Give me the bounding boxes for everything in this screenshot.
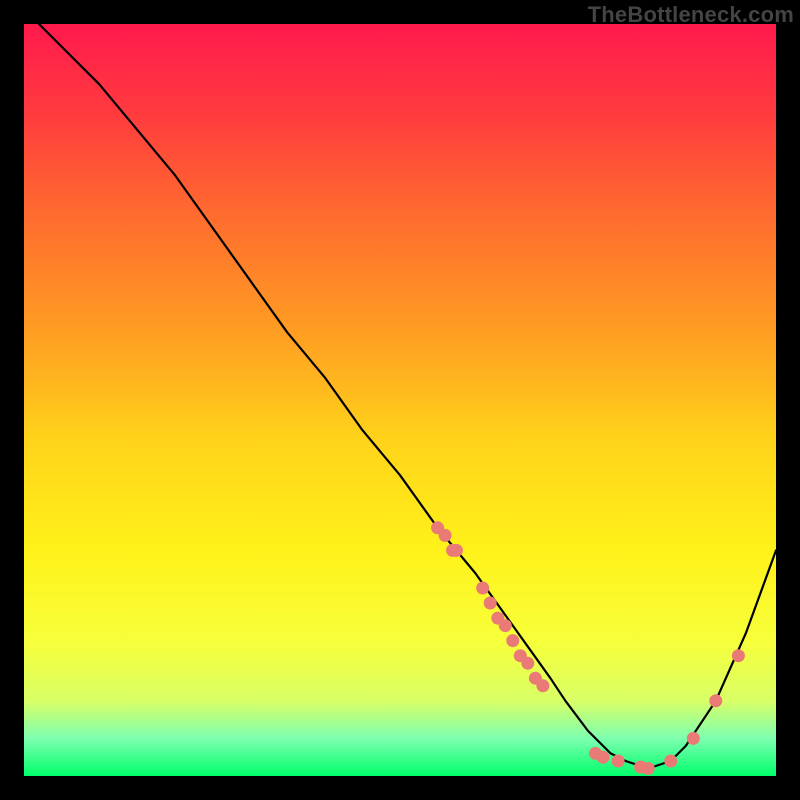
data-point <box>642 762 655 775</box>
data-point <box>687 732 700 745</box>
data-point <box>709 694 722 707</box>
data-point <box>450 544 463 557</box>
data-point <box>506 634 519 647</box>
data-point <box>439 529 452 542</box>
chart-svg <box>24 24 776 776</box>
data-point <box>476 582 489 595</box>
data-point <box>484 597 497 610</box>
stage: TheBottleneck.com <box>0 0 800 800</box>
data-point <box>732 649 745 662</box>
data-point <box>536 679 549 692</box>
data-point <box>499 619 512 632</box>
data-point <box>664 755 677 768</box>
chart-background <box>24 24 776 776</box>
data-point <box>521 657 534 670</box>
bottleneck-chart <box>24 24 776 776</box>
data-point <box>597 751 610 764</box>
data-point <box>612 755 625 768</box>
